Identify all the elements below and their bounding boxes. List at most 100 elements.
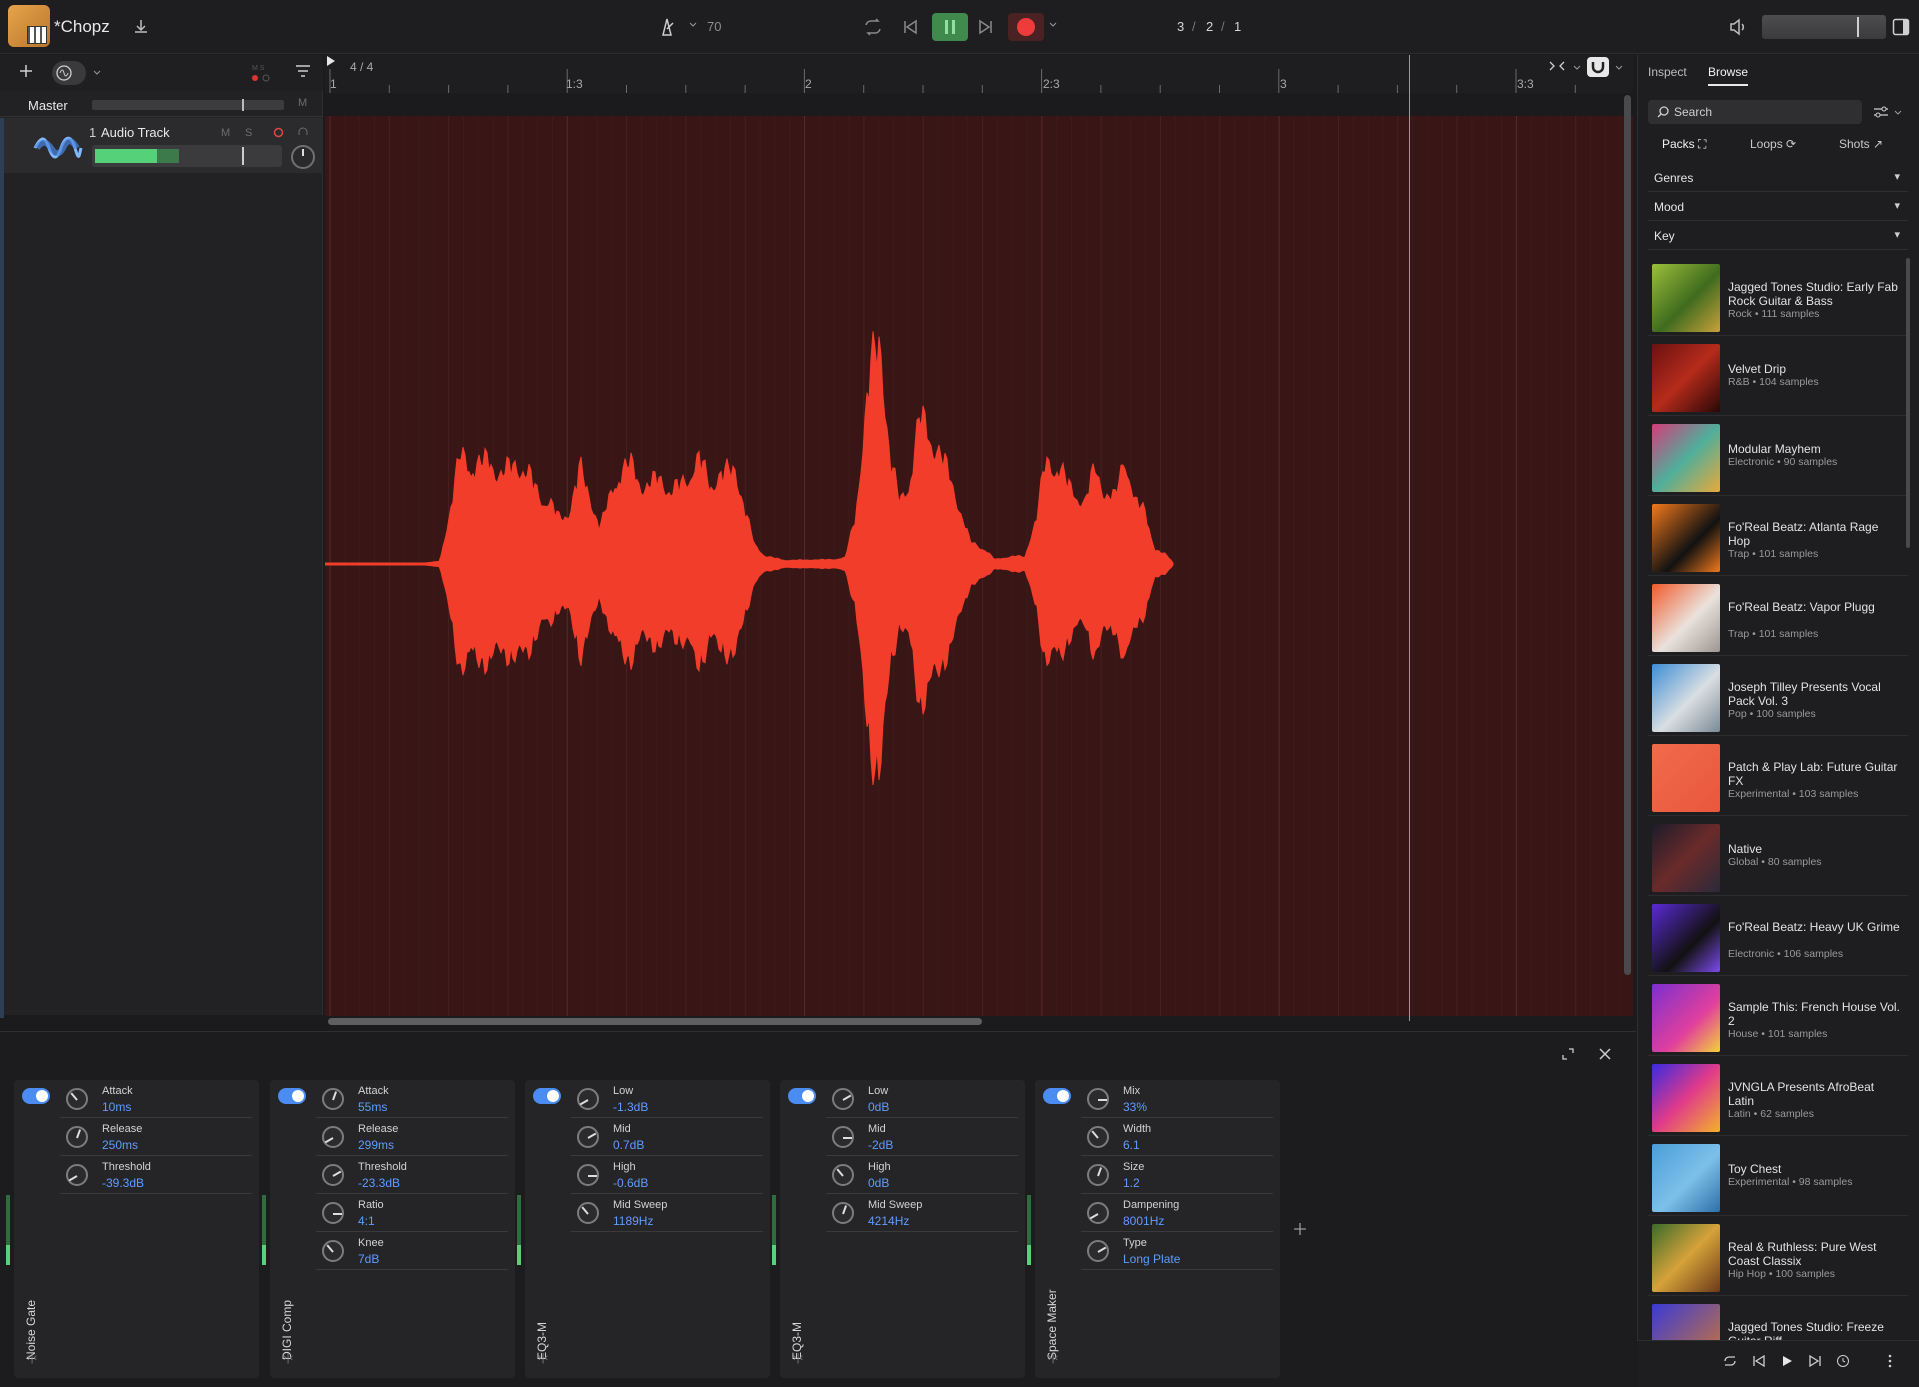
subtab-shots[interactable]: Shots ↗ — [1839, 137, 1883, 151]
pack-list-item[interactable]: Fo'Real Beatz: Heavy UK Grime Electronic … — [1648, 898, 1908, 976]
parameter-knob[interactable] — [322, 1164, 344, 1186]
automation-chevron-icon[interactable] — [92, 68, 102, 78]
preview-previous-icon[interactable] — [1752, 1354, 1766, 1368]
record-arm-icon[interactable] — [273, 127, 284, 138]
parameter-knob[interactable] — [577, 1088, 599, 1110]
parameter-value[interactable]: 299ms — [358, 1138, 394, 1152]
project-title[interactable]: *Chopz — [54, 17, 110, 37]
plugin-enable-toggle[interactable] — [1043, 1088, 1071, 1104]
parameter-value[interactable]: -23.3dB — [358, 1176, 400, 1190]
pack-list-item[interactable]: Native Global • 80 samples — [1648, 818, 1908, 896]
parameter-knob[interactable] — [322, 1088, 344, 1110]
parameter-knob[interactable] — [322, 1126, 344, 1148]
plugin-name[interactable]: Noise Gate — [24, 1260, 46, 1360]
plugin-name[interactable]: DIGI Comp — [280, 1260, 302, 1360]
pack-list-item[interactable]: Velvet Drip R&B • 104 samples — [1648, 338, 1908, 416]
close-panel-icon[interactable] — [1597, 1046, 1613, 1062]
parameter-knob[interactable] — [832, 1202, 854, 1224]
pack-list-item[interactable]: Joseph Tilley Presents Vocal Pack Vol. 3… — [1648, 658, 1908, 736]
track-name[interactable]: Audio Track — [101, 125, 170, 140]
parameter-value[interactable]: 33% — [1123, 1100, 1147, 1114]
horizontal-scrollbar[interactable] — [328, 1018, 982, 1025]
panel-toggle-icon[interactable] — [1892, 18, 1910, 36]
zoom-chevron-icon[interactable] — [1572, 63, 1582, 73]
input-monitor-headphone-icon[interactable] — [297, 126, 309, 138]
subtab-packs[interactable]: Packs ⛶ — [1662, 137, 1706, 152]
skip-back-icon[interactable] — [902, 18, 918, 36]
sidechain-split-icon[interactable]: ›|‹ — [1048, 1352, 1058, 1364]
filter-settings-chevron-icon[interactable] — [1893, 108, 1903, 118]
parameter-knob[interactable] — [832, 1164, 854, 1186]
track-pan-knob[interactable] — [291, 145, 315, 169]
skip-forward-icon[interactable] — [978, 18, 994, 36]
plugin-name[interactable]: EQ3-M — [535, 1260, 557, 1360]
plugin-enable-toggle[interactable] — [278, 1088, 306, 1104]
filter-genres[interactable]: Genres ▾ — [1648, 164, 1908, 192]
playhead[interactable] — [1409, 55, 1410, 1021]
pack-list-item[interactable]: Fo'Real Beatz: Vapor Plugg Trap • 101 sam… — [1648, 578, 1908, 656]
automation-toggle-button[interactable] — [52, 61, 86, 85]
parameter-value[interactable]: 0dB — [868, 1100, 889, 1114]
zoom-fit-icon[interactable] — [1548, 58, 1566, 74]
parameter-value[interactable]: -39.3dB — [102, 1176, 144, 1190]
parameter-knob[interactable] — [1087, 1164, 1109, 1186]
expand-panel-icon[interactable] — [1560, 1046, 1576, 1062]
sidechain-split-icon[interactable]: ›|‹ — [283, 1352, 293, 1364]
parameter-knob[interactable] — [1087, 1202, 1109, 1224]
plugin-name[interactable]: Space Maker — [1045, 1260, 1067, 1360]
preview-play-icon[interactable] — [1780, 1354, 1794, 1368]
parameter-value[interactable]: 6.1 — [1123, 1138, 1140, 1152]
parameter-knob[interactable] — [1087, 1088, 1109, 1110]
plugin-enable-toggle[interactable] — [22, 1088, 50, 1104]
record-options-chevron-icon[interactable] — [1048, 20, 1058, 30]
parameter-knob[interactable] — [832, 1126, 854, 1148]
speaker-icon[interactable] — [1728, 17, 1748, 37]
track-mute-button[interactable]: M — [221, 127, 230, 139]
plugin-enable-toggle[interactable] — [533, 1088, 561, 1104]
pack-list-item[interactable]: Real & Ruthless: Pure West Coast Classix… — [1648, 1218, 1908, 1296]
metronome-icon[interactable] — [656, 16, 678, 38]
tab-inspect[interactable]: Inspect — [1648, 65, 1687, 79]
parameter-knob[interactable] — [832, 1088, 854, 1110]
add-device-icon[interactable] — [1292, 1221, 1308, 1237]
parameter-knob[interactable] — [577, 1202, 599, 1224]
parameter-knob[interactable] — [322, 1202, 344, 1224]
parameter-knob[interactable] — [66, 1088, 88, 1110]
sidechain-split-icon[interactable]: ›|‹ — [538, 1352, 548, 1364]
parameter-value[interactable]: -1.3dB — [613, 1100, 648, 1114]
parameter-value[interactable]: 4:1 — [358, 1214, 375, 1228]
pack-list-item[interactable]: Sample This: French House Vol. 2 House • … — [1648, 978, 1908, 1056]
search-input[interactable]: Search — [1648, 100, 1862, 124]
plugin-name[interactable]: EQ3-M — [790, 1260, 812, 1360]
app-logo[interactable] — [8, 5, 50, 47]
filter-lines-icon[interactable] — [295, 64, 311, 78]
master-mute-button[interactable]: M — [298, 97, 307, 109]
sidechain-split-icon[interactable]: ›|‹ — [793, 1352, 803, 1364]
browser-scrollbar[interactable] — [1906, 258, 1910, 548]
preview-loop-icon[interactable] — [1722, 1354, 1738, 1368]
preview-next-icon[interactable] — [1808, 1354, 1822, 1368]
filter-settings-icon[interactable] — [1872, 104, 1890, 120]
pack-list-item[interactable]: JVNGLA Presents AfroBeat Latin Latin • 62… — [1648, 1058, 1908, 1136]
record-button[interactable] — [1008, 13, 1044, 41]
vertical-scrollbar[interactable] — [1624, 95, 1631, 975]
parameter-value[interactable]: 1189Hz — [613, 1214, 653, 1228]
parameter-value[interactable]: 0.7dB — [613, 1138, 644, 1152]
download-icon[interactable] — [132, 18, 150, 36]
track-solo-button[interactable]: S — [245, 127, 252, 139]
parameter-value[interactable]: 55ms — [358, 1100, 387, 1114]
pack-list-item[interactable]: Toy Chest Experimental • 98 samples — [1648, 1138, 1908, 1216]
tempo-dropdown-chevron-icon[interactable] — [688, 20, 698, 30]
preview-sync-clock-icon[interactable] — [1836, 1354, 1850, 1368]
track-volume-meter[interactable] — [92, 145, 282, 167]
subtab-loops[interactable]: Loops ⟳ — [1750, 137, 1796, 151]
parameter-value[interactable]: 10ms — [102, 1100, 131, 1114]
parameter-value[interactable]: 4214Hz — [868, 1214, 909, 1228]
tempo-value[interactable]: 70 — [707, 19, 721, 34]
tab-browse[interactable]: Browse — [1708, 65, 1749, 86]
parameter-knob[interactable] — [577, 1126, 599, 1148]
sidechain-split-icon[interactable]: ›|‹ — [27, 1352, 37, 1364]
parameter-knob[interactable] — [1087, 1126, 1109, 1148]
parameter-value[interactable]: 8001Hz — [1123, 1214, 1164, 1228]
snap-magnet-button[interactable] — [1587, 57, 1609, 77]
